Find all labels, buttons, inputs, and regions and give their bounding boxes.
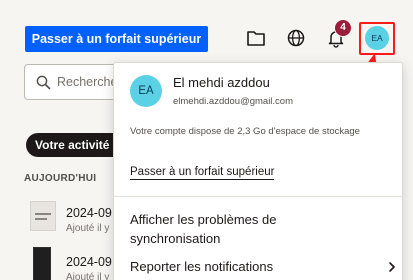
menu-avatar: EA — [130, 75, 162, 107]
folder-icon[interactable] — [246, 29, 266, 47]
notification-count-badge: 4 — [334, 19, 352, 37]
section-label-today: AUJOURD'HUI — [24, 173, 97, 184]
file-thumbnail — [33, 247, 51, 280]
file-row[interactable]: 2024-09 Ajouté il y — [25, 247, 120, 280]
menu-divider — [114, 196, 404, 197]
chevron-right-icon — [389, 262, 395, 272]
globe-icon[interactable] — [286, 28, 306, 48]
file-subtitle: Ajouté il y — [66, 223, 110, 234]
account-name: El mehdi azddou — [173, 75, 270, 90]
search-placeholder: Rechercher — [57, 75, 122, 89]
menu-item-snooze-notifications[interactable]: Reporter les notifications — [130, 259, 273, 274]
file-name: 2024-09 — [66, 206, 112, 220]
storage-info: Votre compte dispose de 2,3 Go d'espace … — [130, 126, 360, 137]
upgrade-plan-button[interactable]: Passer à un forfait supérieur — [25, 26, 208, 52]
your-activity-filter[interactable]: Votre activité — [26, 133, 126, 157]
file-name: 2024-09 — [66, 255, 112, 269]
file-row[interactable]: 2024-09 Ajouté il y — [25, 198, 120, 238]
file-thumbnail — [30, 201, 56, 231]
file-subtitle: Ajouté il y — [66, 272, 110, 280]
account-avatar-button[interactable]: EA — [365, 26, 389, 50]
thumbnail-line — [35, 213, 51, 215]
menu-upgrade-link[interactable]: Passer à un forfait supérieur — [130, 166, 275, 180]
account-menu: EA El mehdi azddou elmehdi.azddou@gmail.… — [113, 62, 404, 280]
menu-item-sync-issues[interactable]: Afficher les problèmes de synchronisatio… — [130, 210, 362, 248]
search-icon — [36, 75, 51, 90]
thumbnail-line — [35, 218, 47, 220]
account-email: elmehdi.azddou@gmail.com — [173, 96, 294, 107]
